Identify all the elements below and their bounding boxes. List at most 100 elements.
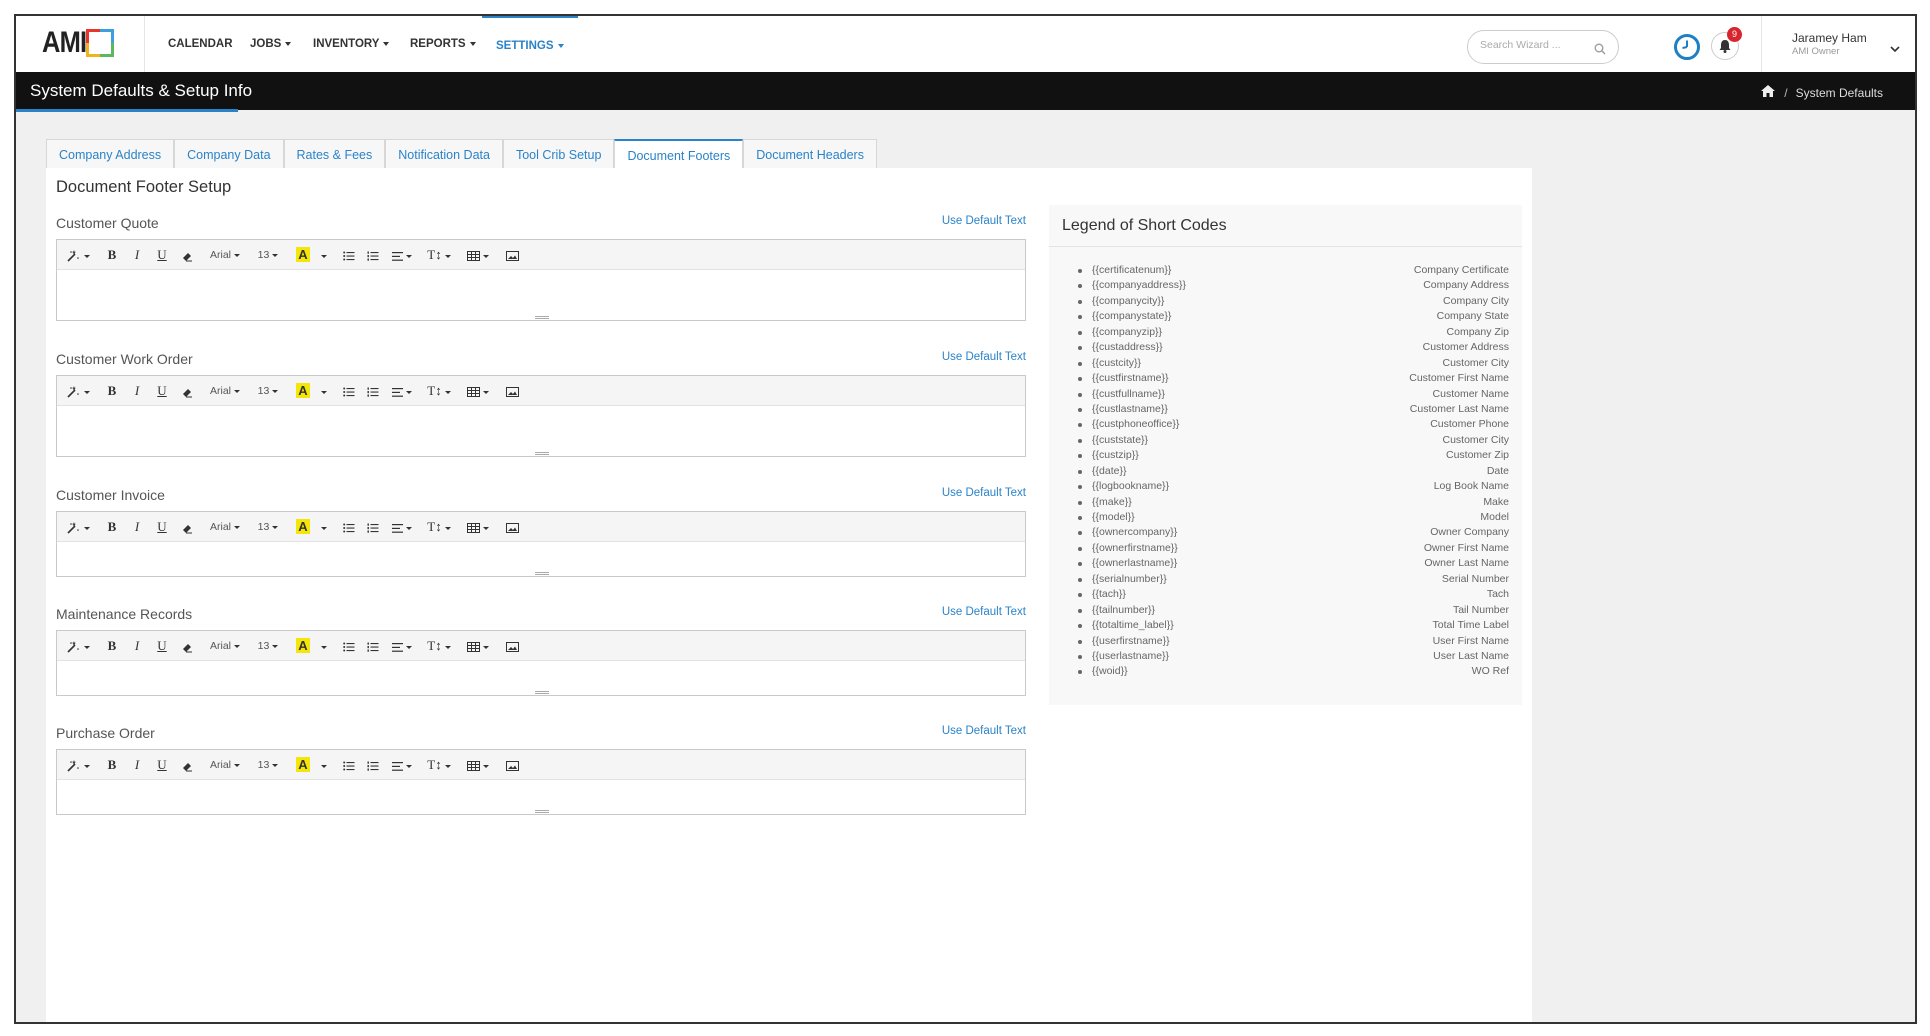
line-height-dropdown[interactable]: T↕ <box>425 240 453 270</box>
editor-content[interactable] <box>57 542 1025 576</box>
tab-company-address[interactable]: Company Address <box>46 139 175 169</box>
font-size-dropdown[interactable]: 13 <box>253 631 283 661</box>
align-dropdown[interactable] <box>389 512 415 542</box>
align-dropdown[interactable] <box>389 750 415 780</box>
use-default-text-link[interactable]: Use Default Text <box>942 487 1026 499</box>
use-default-text-link[interactable]: Use Default Text <box>942 351 1026 363</box>
user-menu[interactable]: Jaramey Ham AMI Owner <box>1761 16 1900 72</box>
tab-notification-data[interactable]: Notification Data <box>385 139 503 169</box>
italic-button[interactable]: I <box>127 631 147 661</box>
table-dropdown[interactable] <box>463 376 493 406</box>
ordered-list-button[interactable] <box>363 512 383 542</box>
text-color-dropdown[interactable] <box>315 631 329 661</box>
text-color-button[interactable]: A <box>291 512 315 542</box>
italic-button[interactable]: I <box>127 750 147 780</box>
eraser-button[interactable] <box>177 240 197 270</box>
unordered-list-button[interactable] <box>339 376 359 406</box>
underline-button[interactable]: U <box>152 512 172 542</box>
eraser-button[interactable] <box>177 376 197 406</box>
editor-content[interactable] <box>57 270 1025 320</box>
italic-button[interactable]: I <box>127 512 147 542</box>
tab-rates-fees[interactable]: Rates & Fees <box>283 139 386 169</box>
eraser-button[interactable] <box>177 631 197 661</box>
align-dropdown[interactable] <box>389 376 415 406</box>
text-color-dropdown[interactable] <box>315 512 329 542</box>
eraser-button[interactable] <box>177 750 197 780</box>
table-dropdown[interactable] <box>463 750 493 780</box>
tab-company-data[interactable]: Company Data <box>174 139 284 169</box>
line-height-dropdown[interactable]: T↕ <box>425 750 453 780</box>
font-size-dropdown[interactable]: 13 <box>253 240 283 270</box>
ami-logo[interactable]: AMI <box>42 26 122 59</box>
font-name-dropdown[interactable]: Arial <box>203 512 247 542</box>
magic-wand-button[interactable] <box>65 376 91 406</box>
use-default-text-link[interactable]: Use Default Text <box>942 215 1026 227</box>
underline-button[interactable]: U <box>152 376 172 406</box>
align-dropdown[interactable] <box>389 240 415 270</box>
resize-handle[interactable] <box>535 810 549 813</box>
tab-document-headers[interactable]: Document Headers <box>743 139 877 169</box>
font-size-dropdown[interactable]: 13 <box>253 376 283 406</box>
ordered-list-button[interactable] <box>363 240 383 270</box>
table-dropdown[interactable] <box>463 240 493 270</box>
nav-settings[interactable]: SETTINGS <box>482 16 578 72</box>
insert-picture-button[interactable] <box>501 631 523 661</box>
bold-button[interactable]: B <box>102 750 122 780</box>
italic-button[interactable]: I <box>127 240 147 270</box>
line-height-dropdown[interactable]: T↕ <box>425 631 453 661</box>
nav-calendar[interactable]: CALENDAR <box>168 16 233 72</box>
bold-button[interactable]: B <box>102 631 122 661</box>
resize-handle[interactable] <box>535 572 549 575</box>
resize-handle[interactable] <box>535 452 549 455</box>
editor-content[interactable] <box>57 406 1025 456</box>
bold-button[interactable]: B <box>102 512 122 542</box>
unordered-list-button[interactable] <box>339 750 359 780</box>
unordered-list-button[interactable] <box>339 512 359 542</box>
text-color-dropdown[interactable] <box>315 750 329 780</box>
italic-button[interactable]: I <box>127 376 147 406</box>
search-input[interactable] <box>1480 39 1590 51</box>
table-dropdown[interactable] <box>463 512 493 542</box>
font-name-dropdown[interactable]: Arial <box>203 631 247 661</box>
magic-wand-button[interactable] <box>65 240 91 270</box>
table-dropdown[interactable] <box>463 631 493 661</box>
insert-picture-button[interactable] <box>501 750 523 780</box>
ordered-list-button[interactable] <box>363 750 383 780</box>
magic-wand-button[interactable] <box>65 750 91 780</box>
eraser-button[interactable] <box>177 512 197 542</box>
text-color-dropdown[interactable] <box>315 240 329 270</box>
magic-wand-button[interactable] <box>65 631 91 661</box>
font-size-dropdown[interactable]: 13 <box>253 750 283 780</box>
insert-picture-button[interactable] <box>501 376 523 406</box>
text-color-button[interactable]: A <box>291 631 315 661</box>
line-height-dropdown[interactable]: T↕ <box>425 376 453 406</box>
tab-tool-crib-setup[interactable]: Tool Crib Setup <box>502 139 615 169</box>
editor-content[interactable] <box>57 661 1025 695</box>
ordered-list-button[interactable] <box>363 376 383 406</box>
align-dropdown[interactable] <box>389 631 415 661</box>
font-name-dropdown[interactable]: Arial <box>203 376 247 406</box>
home-icon[interactable] <box>1760 84 1776 101</box>
line-height-dropdown[interactable]: T↕ <box>425 512 453 542</box>
text-color-button[interactable]: A <box>291 376 315 406</box>
text-color-dropdown[interactable] <box>315 376 329 406</box>
search-icon[interactable] <box>1594 40 1606 59</box>
clock-icon[interactable] <box>1673 33 1701 65</box>
insert-picture-button[interactable] <box>501 240 523 270</box>
bold-button[interactable]: B <box>102 376 122 406</box>
tab-document-footers[interactable]: Document Footers <box>614 139 744 170</box>
resize-handle[interactable] <box>535 316 549 319</box>
editor-content[interactable] <box>57 780 1025 814</box>
insert-picture-button[interactable] <box>501 512 523 542</box>
use-default-text-link[interactable]: Use Default Text <box>942 606 1026 618</box>
font-name-dropdown[interactable]: Arial <box>203 750 247 780</box>
nav-reports[interactable]: REPORTS <box>410 16 476 72</box>
unordered-list-button[interactable] <box>339 631 359 661</box>
ordered-list-button[interactable] <box>363 631 383 661</box>
font-name-dropdown[interactable]: Arial <box>203 240 247 270</box>
text-color-button[interactable]: A <box>291 750 315 780</box>
nav-jobs[interactable]: JOBS <box>250 16 292 72</box>
underline-button[interactable]: U <box>152 631 172 661</box>
underline-button[interactable]: U <box>152 750 172 780</box>
nav-inventory[interactable]: INVENTORY <box>313 16 390 72</box>
